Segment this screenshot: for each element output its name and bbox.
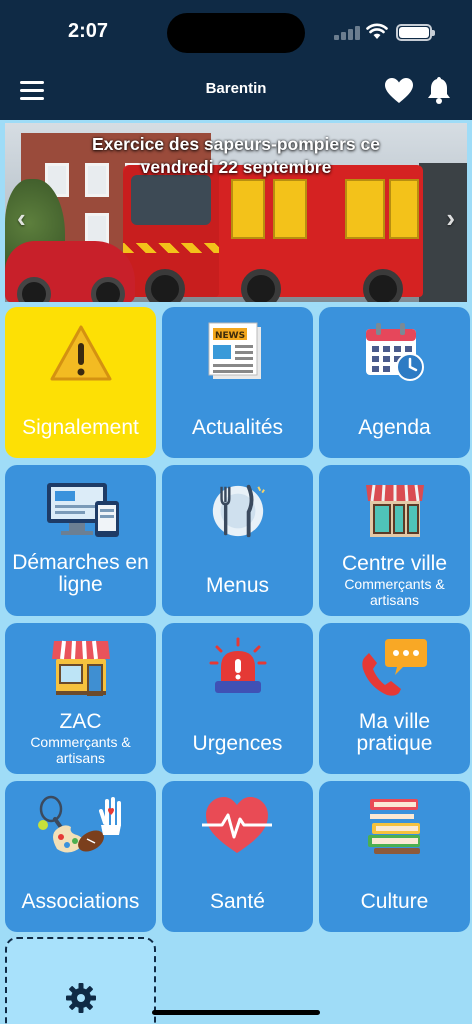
status-time: 2:07 — [68, 20, 109, 42]
tile-label: Santé — [210, 890, 265, 913]
status-bar: 2:07 — [0, 0, 472, 64]
tile-zac[interactable]: ZAC Commerçants & artisans — [5, 623, 156, 774]
tile-sante[interactable]: Santé — [162, 781, 313, 932]
favorites-heart-icon[interactable] — [385, 78, 413, 104]
plate-cutlery-icon — [212, 484, 265, 538]
tile-urgences[interactable]: Urgences — [162, 623, 313, 774]
shop-icon — [52, 640, 110, 696]
tile-label: Associations — [21, 890, 140, 913]
nav-bar: Barentin — [0, 64, 472, 120]
tile-label: Démarches en ligne — [12, 551, 149, 596]
tile-centre-ville[interactable]: Centre ville Commerçants & artisans — [319, 465, 470, 616]
tile-agenda[interactable]: Agenda — [319, 307, 470, 458]
carousel-next-icon[interactable]: › — [446, 203, 455, 234]
news-carousel[interactable]: Exercice des sapeurs-pompiers ce vendred… — [5, 123, 467, 302]
tile-label: Agenda — [358, 416, 431, 439]
tile-culture[interactable]: Culture — [319, 781, 470, 932]
gear-icon — [66, 983, 96, 1013]
calendar-icon — [366, 323, 424, 381]
tile-sublabel: Commerçants & artisans — [344, 576, 445, 608]
tile-label: Signalement — [22, 416, 139, 439]
notifications-bell-icon[interactable] — [427, 76, 451, 104]
tile-label: Urgences — [192, 732, 283, 755]
banner-title[interactable]: Exercice des sapeurs-pompiers ce vendred… — [65, 133, 407, 179]
sports-arts-icon — [38, 795, 121, 853]
tile-label: Ma ville pratique — [356, 710, 433, 755]
tile-ma-ville-pratique[interactable]: Ma ville pratique — [319, 623, 470, 774]
svg-text:NEWS: NEWS — [215, 331, 245, 341]
customize-tiles-button[interactable] — [5, 937, 156, 1024]
tile-menus[interactable]: Menus — [162, 465, 313, 616]
home-indicator[interactable] — [152, 1010, 320, 1015]
newspaper-icon: NEWS — [208, 322, 261, 379]
siren-icon — [209, 637, 267, 693]
storefront-icon — [366, 484, 424, 537]
computer-devices-icon — [47, 483, 119, 537]
tile-associations[interactable]: Associations — [5, 781, 156, 932]
tile-actualites[interactable]: NEWS Actualités — [162, 307, 313, 458]
carousel-prev-icon[interactable]: ‹ — [17, 203, 26, 234]
books-icon — [366, 799, 420, 854]
tile-demarches-en-ligne[interactable]: Démarches en ligne — [5, 465, 156, 616]
tile-label: Actualités — [191, 416, 284, 439]
tile-label: ZAC — [59, 710, 102, 733]
cellular-signal-icon — [334, 26, 360, 40]
dynamic-island — [167, 13, 305, 53]
warning-icon — [50, 325, 112, 381]
heart-pulse-icon — [202, 797, 272, 853]
wifi-icon — [366, 23, 388, 39]
tile-label: Menus — [205, 574, 270, 597]
battery-icon — [396, 24, 435, 41]
tile-label: Culture — [360, 890, 429, 913]
tile-signalement[interactable]: Signalement — [5, 307, 156, 458]
phone-chat-icon — [362, 639, 427, 696]
tile-sublabel: Commerçants & artisans — [30, 734, 131, 766]
tile-label: Centre ville — [341, 552, 448, 575]
